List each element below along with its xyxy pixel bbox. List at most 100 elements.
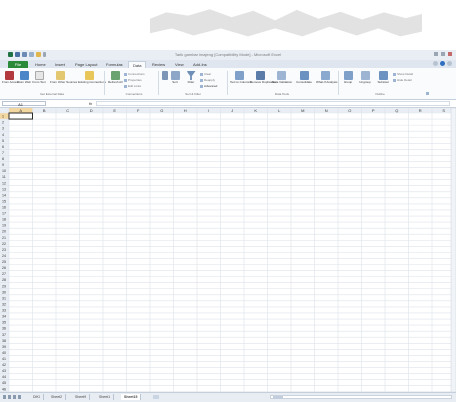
from-web-button[interactable]: From Web <box>17 71 31 85</box>
tab-add-ins[interactable]: Add-Ins <box>193 61 207 68</box>
row-header[interactable]: 18 <box>2 218 6 222</box>
sheet-tab[interactable]: DIKI <box>30 394 44 400</box>
text-to-columns-button[interactable]: Text to Columns <box>230 71 252 85</box>
column-header[interactable]: N <box>325 108 328 113</box>
row-header[interactable]: 34 <box>2 315 6 319</box>
filter-button[interactable]: Filter <box>184 71 198 85</box>
tab-formulas[interactable]: Formulas <box>106 61 123 68</box>
column-header[interactable]: D <box>90 108 93 113</box>
tab-page-layout[interactable]: Page Layout <box>75 61 97 68</box>
row-header[interactable]: 43 <box>2 369 6 373</box>
row-header[interactable]: 45 <box>2 381 6 385</box>
row-header[interactable]: 3 <box>2 127 4 131</box>
row-header[interactable]: 21 <box>2 236 6 240</box>
connections-button[interactable]: Connections <box>124 72 145 76</box>
insert-sheet-icon[interactable] <box>153 395 159 399</box>
row-header[interactable]: 13 <box>2 187 6 191</box>
from-other-sources-button[interactable]: From Other Sources <box>50 71 77 85</box>
row-header[interactable]: 37 <box>2 333 6 337</box>
worksheet-grid[interactable]: A B C D E F G H I J K L M N O P Q R S 1 2 3 4 5 6 7 8 9 10 11 12 13 14 15… <box>0 108 456 392</box>
row-header[interactable]: 32 <box>2 302 6 306</box>
data-validation-button[interactable]: Data Validation <box>272 71 292 85</box>
row-header[interactable]: 29 <box>2 284 6 288</box>
row-header[interactable]: 5 <box>2 139 4 143</box>
scrollbar-thumb[interactable] <box>273 396 283 399</box>
sheet-tab[interactable]: Sheet1 <box>96 394 115 400</box>
column-header[interactable]: J <box>231 108 233 113</box>
row-header[interactable]: 41 <box>2 357 6 361</box>
row-header[interactable]: 38 <box>2 339 6 343</box>
row-header[interactable]: 17 <box>2 212 6 216</box>
prev-sheet-icon[interactable] <box>8 395 11 399</box>
last-sheet-icon[interactable] <box>18 395 21 399</box>
row-header[interactable]: 25 <box>2 260 6 264</box>
row-header[interactable]: 24 <box>2 254 6 258</box>
row-header[interactable]: 35 <box>2 321 6 325</box>
row-header[interactable]: 30 <box>2 290 6 294</box>
sheet-tab-active[interactable]: Sheet15 <box>121 394 142 400</box>
column-header[interactable]: K <box>254 108 257 113</box>
column-header[interactable]: P <box>372 108 375 113</box>
column-header[interactable]: M <box>301 108 304 113</box>
row-header[interactable]: 11 <box>2 175 6 179</box>
row-header[interactable]: 14 <box>2 193 6 197</box>
close-icon[interactable] <box>448 52 452 56</box>
hide-detail-button[interactable]: Hide Detail <box>393 78 412 82</box>
row-header[interactable]: 1 <box>2 115 4 119</box>
row-header[interactable]: 33 <box>2 309 6 313</box>
outline-dialog-launcher-icon[interactable] <box>426 92 429 95</box>
row-header[interactable]: 26 <box>2 266 6 270</box>
vertical-scrollbar[interactable] <box>450 108 456 392</box>
reapply-button[interactable]: Reapply <box>200 78 215 82</box>
from-access-button[interactable]: From Access <box>2 71 19 85</box>
row-header[interactable]: 9 <box>2 163 4 167</box>
first-sheet-icon[interactable] <box>3 395 6 399</box>
row-header[interactable]: 19 <box>2 224 6 228</box>
row-header[interactable]: 7 <box>2 151 4 155</box>
row-header[interactable]: 8 <box>2 157 4 161</box>
row-header[interactable]: 15 <box>2 199 6 203</box>
selected-cell[interactable] <box>8 112 33 120</box>
insert-function-icon[interactable]: fx <box>89 101 92 106</box>
minimize-ribbon-icon[interactable] <box>433 61 438 66</box>
row-header[interactable]: 22 <box>2 242 6 246</box>
name-box[interactable]: A1 <box>2 101 46 107</box>
advanced-button[interactable]: Advanced <box>200 84 217 88</box>
column-header[interactable]: H <box>184 108 187 113</box>
consolidate-button[interactable]: Consolidate <box>294 71 314 85</box>
row-header[interactable]: 40 <box>2 351 6 355</box>
cell-grid[interactable]: A B C D E F G H I J K L M N O P Q R S123456789101112131415… <box>0 108 456 392</box>
formula-input[interactable] <box>96 101 450 106</box>
next-sheet-icon[interactable] <box>13 395 16 399</box>
subtotal-button[interactable]: Subtotal <box>375 71 391 85</box>
column-header[interactable]: O <box>348 108 351 113</box>
show-detail-button[interactable]: Show Detail <box>393 72 413 76</box>
column-header[interactable]: R <box>419 108 422 113</box>
row-header[interactable]: 20 <box>2 230 6 234</box>
sort-button[interactable]: Sort <box>168 71 182 85</box>
column-header[interactable]: B <box>43 108 46 113</box>
row-header[interactable]: 36 <box>2 327 6 331</box>
sheet-tab[interactable]: Sheet9 <box>72 394 91 400</box>
row-header[interactable]: 42 <box>2 363 6 367</box>
help-icon[interactable] <box>440 61 445 66</box>
tab-home[interactable]: Home <box>35 61 46 68</box>
row-header[interactable]: 44 <box>2 375 6 379</box>
column-header[interactable]: S <box>442 108 445 113</box>
what-if-analysis-button[interactable]: What-If Analysis <box>316 71 338 85</box>
tab-file[interactable]: File <box>8 61 28 68</box>
remove-duplicates-button[interactable]: Remove Duplicates <box>250 71 276 85</box>
edit-links-button[interactable]: Edit Links <box>124 84 141 88</box>
column-header[interactable]: G <box>160 108 163 113</box>
from-text-button[interactable]: From Text <box>32 71 46 85</box>
row-header[interactable]: 39 <box>2 345 6 349</box>
column-header[interactable]: A <box>19 108 22 113</box>
horizontal-scrollbar[interactable] <box>270 395 452 399</box>
minimize-icon[interactable] <box>434 52 438 56</box>
row-header[interactable]: 12 <box>2 181 6 185</box>
restore-icon[interactable] <box>441 52 445 56</box>
ungroup-button[interactable]: Ungroup <box>357 71 373 85</box>
row-header[interactable]: 28 <box>2 278 6 282</box>
row-header[interactable]: 2 <box>2 121 4 125</box>
column-header[interactable]: I <box>208 108 209 113</box>
